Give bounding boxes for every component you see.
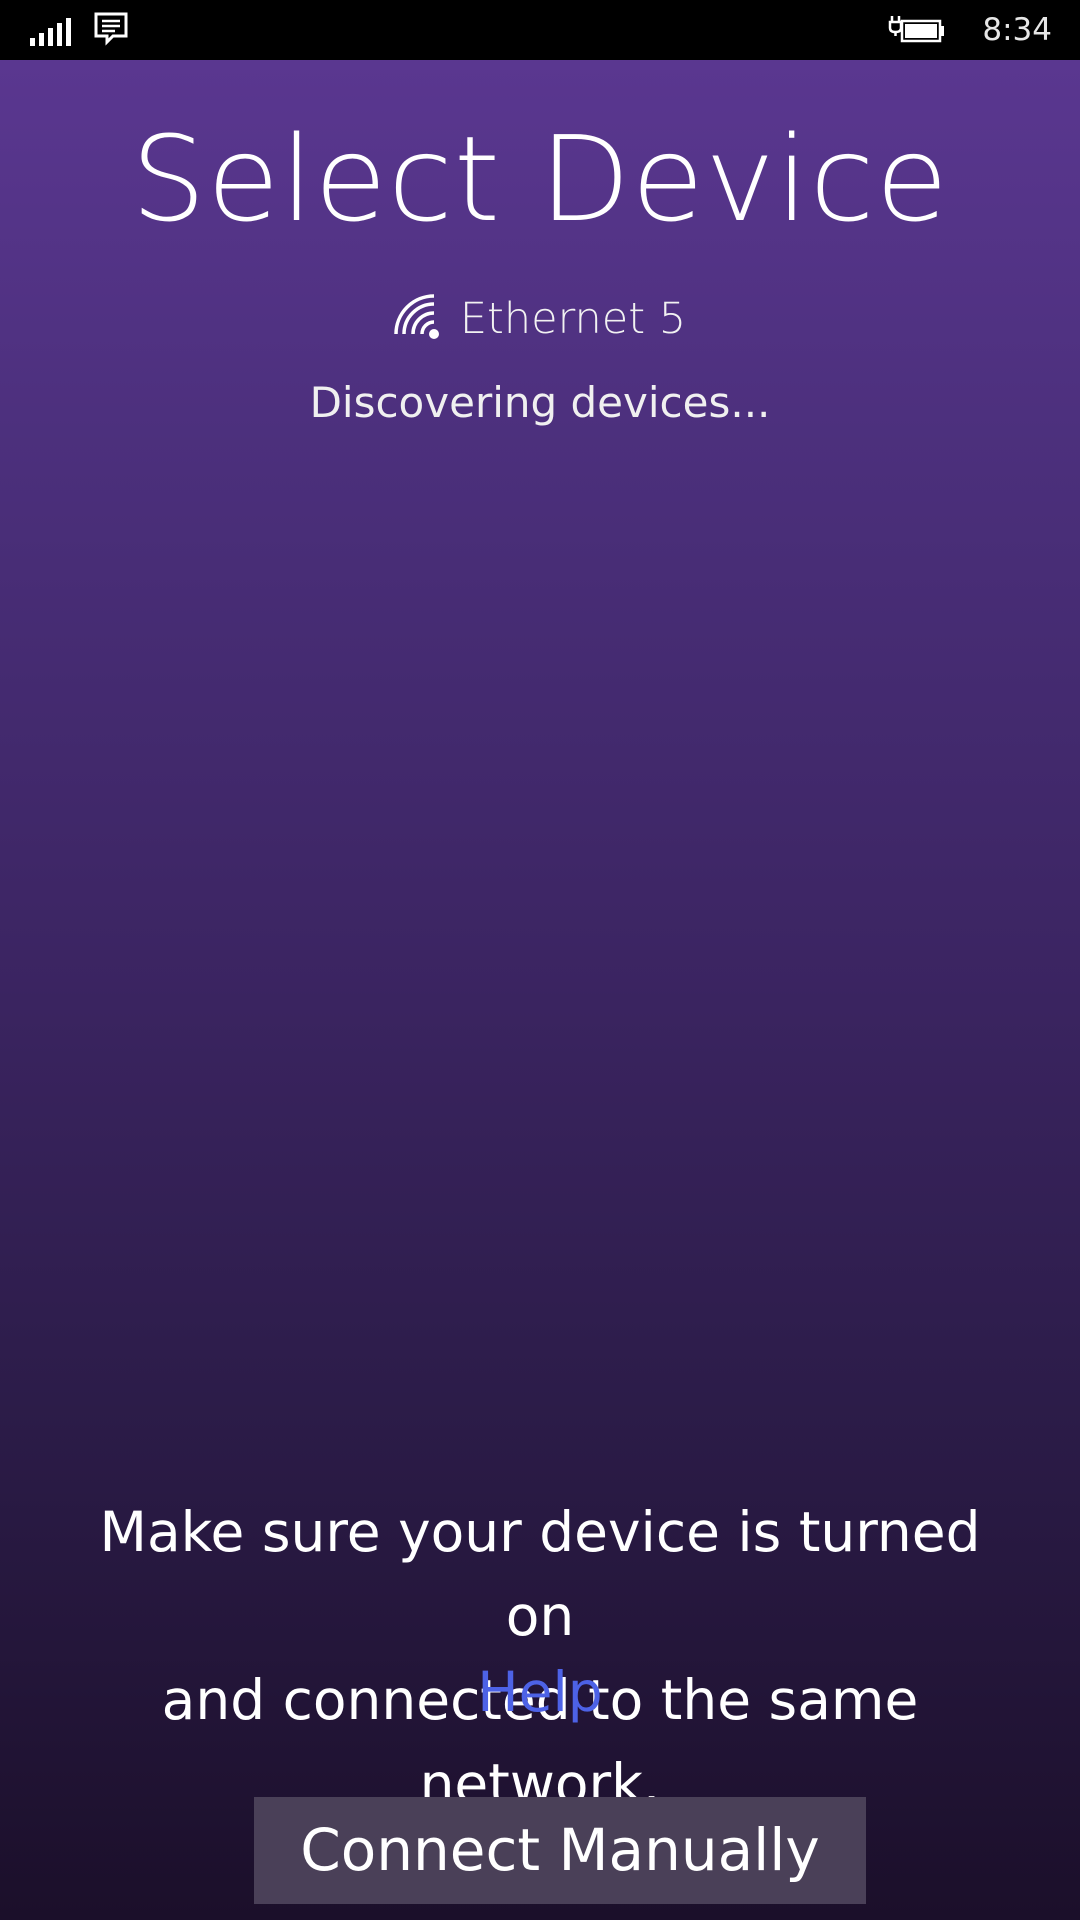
network-indicator: Ethernet 5 (0, 294, 1080, 344)
connect-manually-button[interactable]: Connect Manually (254, 1797, 866, 1904)
select-device-screen: Select Device Ethernet 5 Discovering dev… (0, 60, 1080, 1920)
discovery-status: Discovering devices... (309, 378, 771, 427)
status-left (30, 12, 129, 46)
help-link[interactable]: Help (0, 1660, 1080, 1724)
network-name: Ethernet 5 (459, 294, 687, 344)
battery-charging-icon (889, 16, 945, 43)
signal-bars-icon (30, 16, 71, 46)
hint-line-1: Make sure your device is turned on (99, 1500, 981, 1648)
clock: 8:34 (982, 12, 1052, 48)
hint-text: Make sure your device is turned on and c… (60, 1490, 1020, 1826)
message-icon (94, 12, 128, 46)
status-right: 8:34 (888, 0, 1052, 60)
wifi-icon (394, 294, 439, 339)
page-title: Select Device (130, 110, 950, 248)
status-bar: 8:34 (0, 0, 1080, 60)
